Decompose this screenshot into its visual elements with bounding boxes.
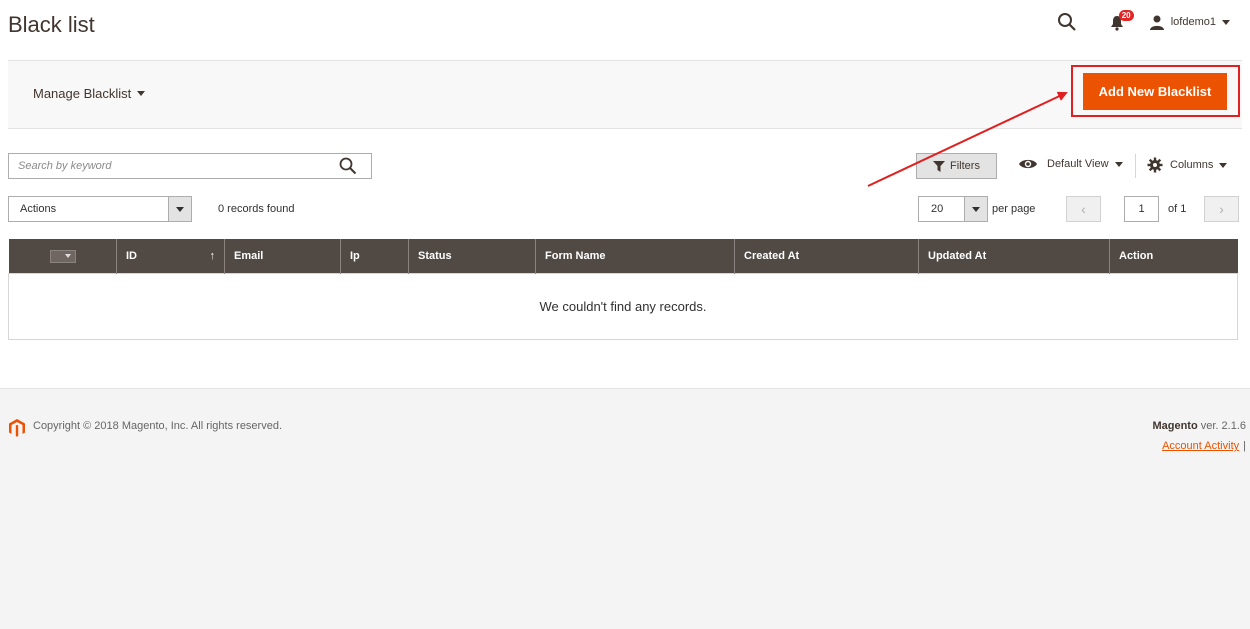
username-label: lofdemo1	[1170, 16, 1216, 28]
version-info: Magento ver. 2.1.6	[1152, 420, 1246, 432]
footer-separator: |	[1243, 440, 1246, 452]
notifications-count-badge: 20	[1118, 10, 1134, 21]
magento-logo-icon	[9, 419, 25, 437]
copyright-text: Copyright © 2018 Magento, Inc. All right…	[33, 420, 283, 432]
user-menu[interactable]: lofdemo1	[1149, 14, 1230, 30]
chevron-down-icon	[1114, 161, 1123, 167]
blacklist-grid: ID ↑ Email Ip Status Form Name Created A…	[8, 239, 1238, 340]
column-header-status[interactable]: Status	[408, 239, 536, 273]
toolbar-divider	[1135, 154, 1136, 178]
version-number: ver. 2.1.6	[1197, 420, 1246, 432]
search-box	[8, 153, 372, 179]
page-footer: Copyright © 2018 Magento, Inc. All right…	[0, 388, 1250, 629]
header-actions: 20 lofdemo1	[1057, 10, 1230, 34]
account-activity-link[interactable]: Account Activity	[1162, 440, 1239, 452]
current-page-input[interactable]	[1124, 196, 1159, 222]
column-id-label: ID	[126, 249, 137, 262]
brand-name: Magento	[1152, 420, 1198, 432]
actions-label: Actions	[20, 203, 57, 215]
empty-row: We couldn't find any records.	[8, 272, 1238, 340]
view-label: Default View	[1047, 158, 1109, 170]
chevron-right-icon: ›	[1219, 201, 1224, 217]
total-pages-label: of 1	[1168, 203, 1187, 215]
next-page-button[interactable]: ›	[1204, 196, 1239, 222]
select-arrow-icon	[964, 197, 987, 221]
column-header-form-name[interactable]: Form Name	[535, 239, 735, 273]
column-header-updated-at[interactable]: Updated At	[918, 239, 1110, 273]
column-header-ip[interactable]: Ip	[340, 239, 409, 273]
manage-blacklist-dropdown[interactable]: Manage Blacklist	[33, 86, 146, 101]
column-header-email[interactable]: Email	[224, 239, 341, 273]
gear-icon	[1147, 157, 1163, 173]
user-icon	[1149, 15, 1164, 30]
chevron-left-icon: ‹	[1081, 201, 1086, 217]
page-title: Black list	[8, 12, 95, 37]
chevron-down-icon	[1222, 19, 1230, 25]
view-switcher[interactable]: Default View	[1018, 157, 1123, 171]
notifications-bell-icon[interactable]: 20	[1109, 10, 1134, 32]
filters-button[interactable]: Filters	[916, 153, 997, 179]
empty-message: We couldn't find any records.	[8, 272, 1238, 340]
search-input[interactable]	[9, 154, 329, 178]
mass-actions-select[interactable]: Actions	[8, 196, 192, 222]
page-actions-bar: Manage Blacklist Add New Blacklist	[8, 60, 1242, 129]
column-header-id[interactable]: ID ↑	[116, 239, 225, 273]
columns-label: Columns	[1170, 159, 1214, 171]
manage-blacklist-label: Manage Blacklist	[33, 86, 132, 101]
per-page-value: 20	[931, 203, 944, 215]
column-header-created-at[interactable]: Created At	[734, 239, 919, 273]
grid-header-row: ID ↑ Email Ip Status Form Name Created A…	[8, 239, 1238, 273]
funnel-icon	[933, 160, 946, 172]
global-search-icon[interactable]	[1057, 12, 1077, 32]
account-activity-block: Account Activity |	[1162, 440, 1246, 452]
page-main: Black list 20 lofdemo1 Manage Blacklist …	[0, 0, 1250, 388]
chevron-down-icon	[1219, 162, 1228, 168]
columns-control[interactable]: Columns	[1147, 157, 1228, 173]
chevron-down-icon	[137, 91, 146, 96]
per-page-select[interactable]: 20	[918, 196, 988, 222]
previous-page-button[interactable]: ‹	[1066, 196, 1101, 222]
mass-select-column	[8, 239, 117, 273]
column-header-action: Action	[1109, 239, 1238, 273]
search-icon[interactable]	[339, 157, 357, 175]
mass-select-dropdown[interactable]	[49, 249, 76, 263]
records-found-count: 0 records found	[218, 203, 295, 215]
filters-label: Filters	[950, 160, 980, 172]
eye-icon	[1019, 159, 1037, 169]
add-new-blacklist-button[interactable]: Add New Blacklist	[1083, 73, 1227, 110]
sort-arrow-icon: ↑	[209, 249, 216, 262]
per-page-label: per page	[992, 203, 1036, 215]
select-arrow-icon	[168, 197, 191, 221]
